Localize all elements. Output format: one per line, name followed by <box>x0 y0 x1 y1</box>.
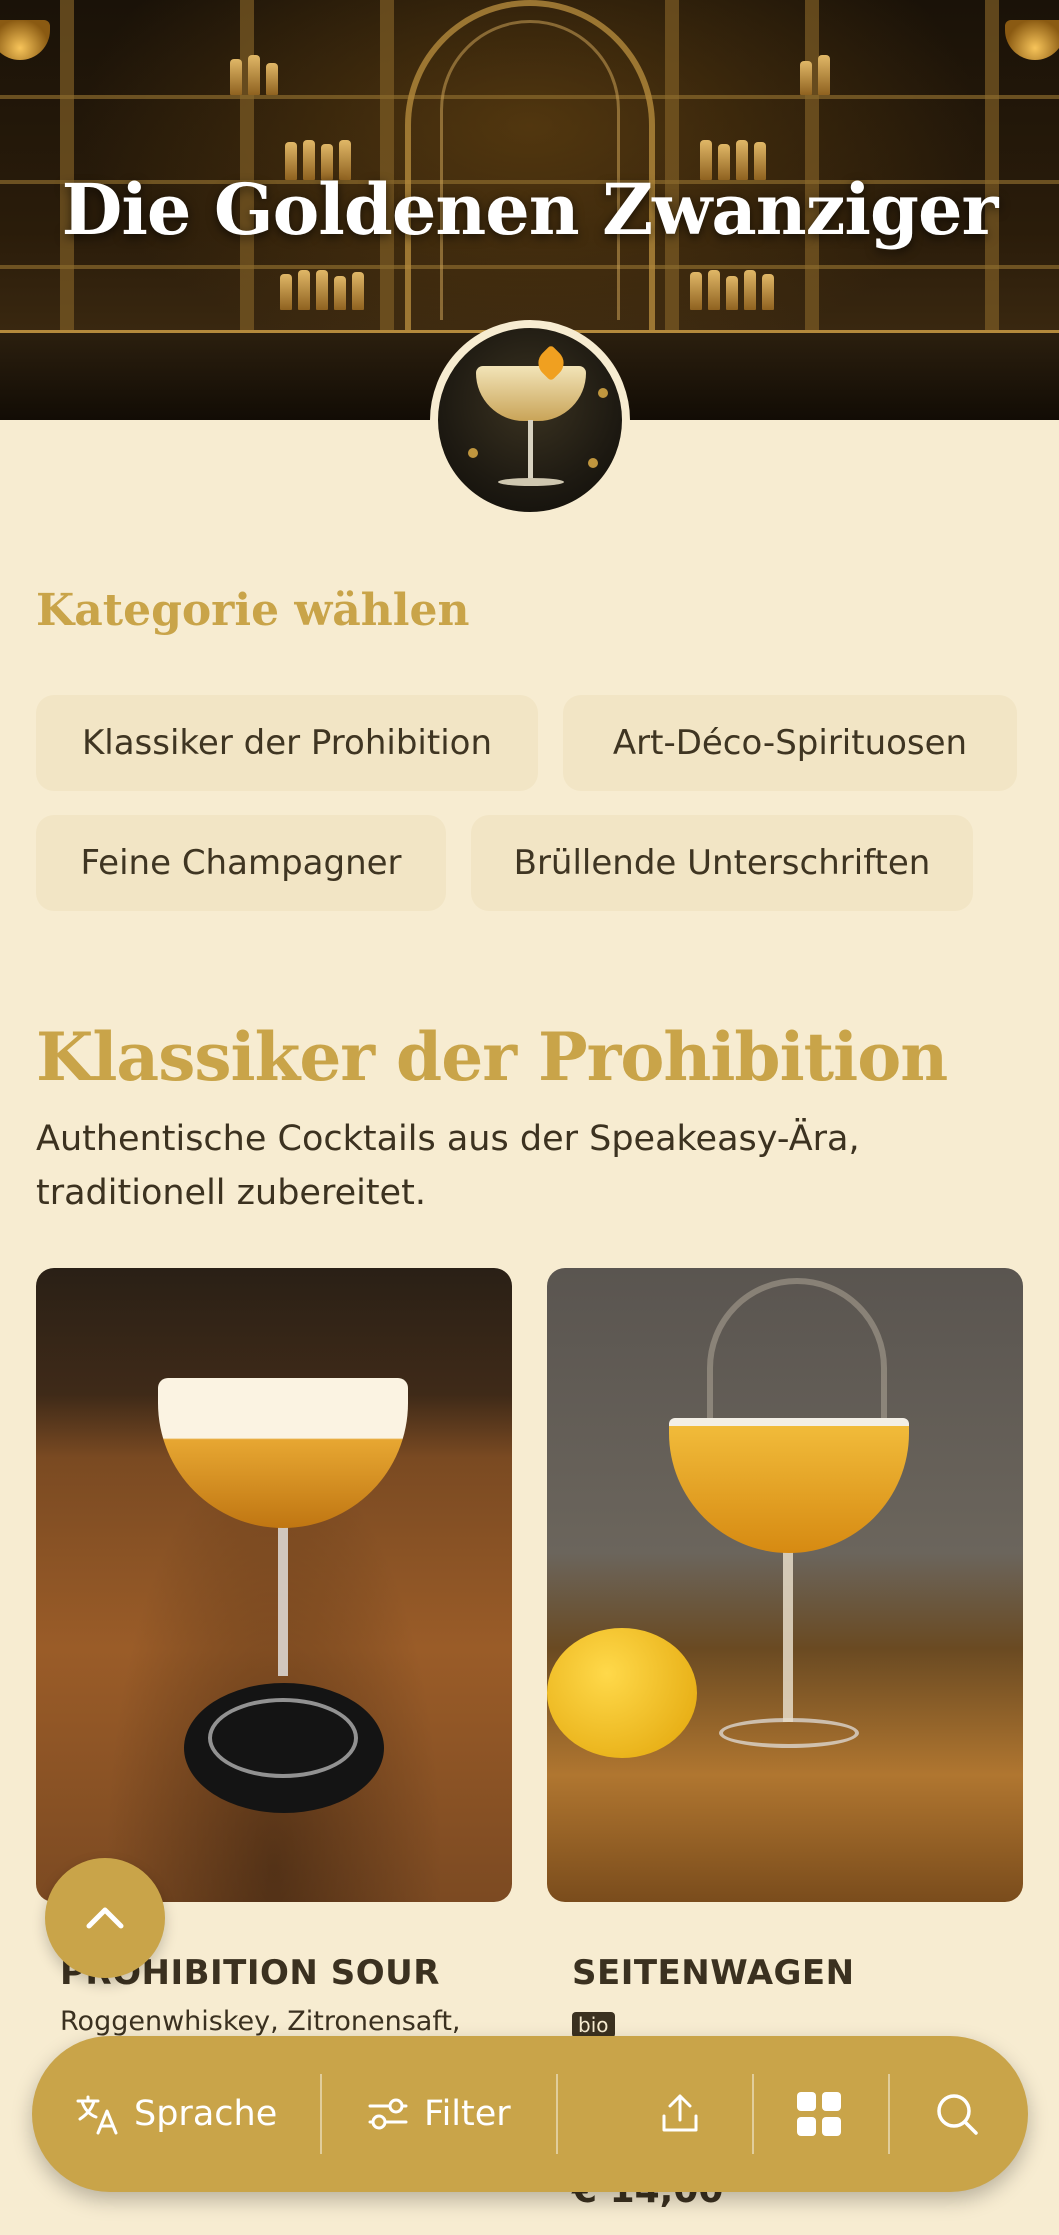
cocktail-image[interactable] <box>547 1268 1023 1902</box>
grid-view-button[interactable] <box>795 2036 843 2192</box>
section-title: Klassiker der Prohibition <box>36 1018 948 1096</box>
share-icon <box>662 2094 698 2132</box>
bottom-toolbar: Sprache Filter <box>32 2036 1028 2192</box>
section-description: Authentische Cocktails aus der Speakeasy… <box>36 1119 860 1213</box>
search-icon <box>937 2094 978 2135</box>
cocktail-name[interactable]: SEITENWAGEN <box>572 1953 855 1993</box>
toolbar-divider <box>556 2074 558 2154</box>
cocktail-image[interactable] <box>36 1268 512 1902</box>
category-chip-prohibition[interactable]: Klassiker der Prohibition <box>36 695 538 791</box>
venue-logo <box>430 320 630 520</box>
page-title: Die Goldenen Zwanziger <box>61 168 999 251</box>
cocktail-ingredients: Roggenwhiskey, Zitronensaft, <box>60 2006 461 2037</box>
toolbar-divider <box>752 2074 754 2154</box>
category-chip-art-deco[interactable]: Art-Déco-Spirituosen <box>563 695 1017 791</box>
filter-label: Filter <box>424 2094 511 2134</box>
category-chip-champagne[interactable]: Feine Champagner <box>36 815 446 911</box>
bottles <box>280 270 364 310</box>
bottles <box>230 55 278 95</box>
category-heading: Kategorie wählen <box>36 585 470 636</box>
search-button[interactable] <box>932 2036 982 2192</box>
bottles <box>800 55 830 95</box>
category-chip-signatures[interactable]: Brüllende Unterschriften <box>471 815 973 911</box>
lamp <box>1005 20 1059 60</box>
bottles <box>690 270 774 310</box>
translate-icon <box>76 2095 118 2135</box>
chip-label: Brüllende Unterschriften <box>513 843 931 883</box>
grid-icon <box>797 2092 841 2136</box>
chevron-up-icon <box>86 1907 124 1929</box>
chip-label: Art-Déco-Spirituosen <box>612 723 968 763</box>
bio-badge: bio <box>572 2012 615 2038</box>
filter-button[interactable]: Filter <box>366 2036 511 2192</box>
scroll-to-top-button[interactable] <box>45 1858 165 1978</box>
chip-label: Klassiker der Prohibition <box>81 723 492 763</box>
lamp <box>0 20 50 60</box>
language-label: Sprache <box>134 2094 278 2134</box>
language-button[interactable]: Sprache <box>74 2036 277 2192</box>
chip-label: Feine Champagner <box>80 843 402 883</box>
share-button[interactable] <box>656 2036 704 2192</box>
toolbar-divider <box>320 2074 322 2154</box>
filter-icon <box>368 2098 408 2130</box>
toolbar-divider <box>888 2074 890 2154</box>
